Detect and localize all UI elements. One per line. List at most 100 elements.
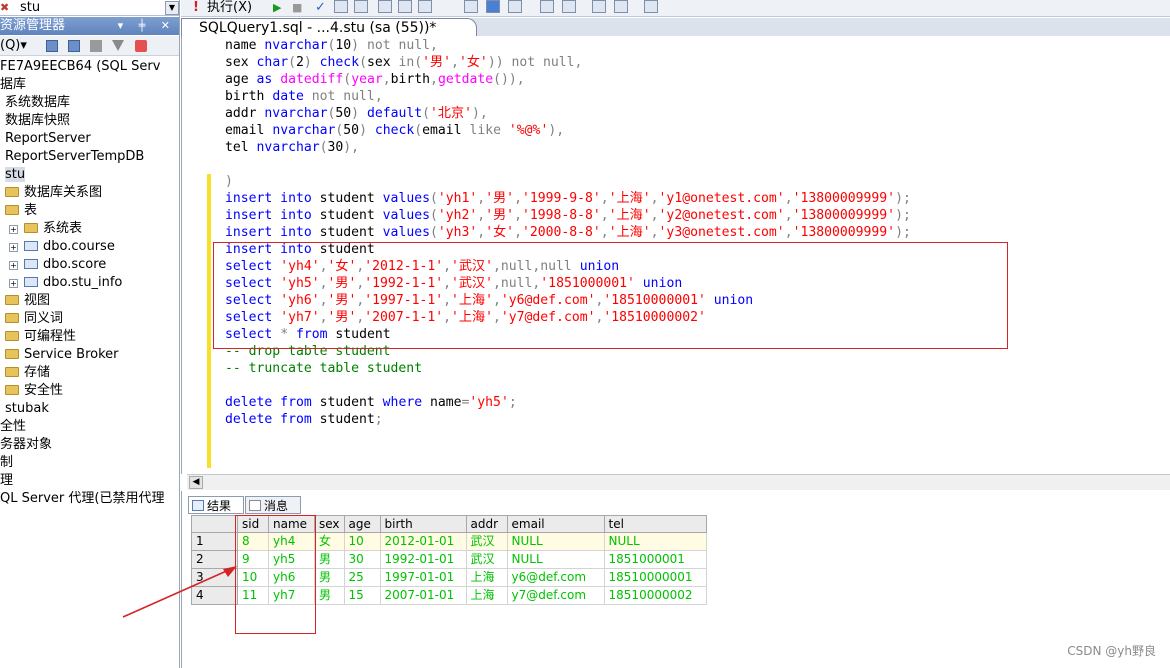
grid-cell[interactable]: 30 <box>343 550 381 569</box>
grid-cell[interactable]: 男 <box>314 586 345 605</box>
io-stats-icon[interactable] <box>508 0 522 16</box>
tree-item[interactable]: + dbo.course <box>9 238 115 256</box>
results-file-icon[interactable] <box>418 0 432 16</box>
grid-cell[interactable]: yh5 <box>268 550 315 569</box>
include-plan-icon[interactable] <box>464 0 478 16</box>
tree-item[interactable]: 安全性 <box>5 382 63 400</box>
tree-item[interactable]: 系统数据库 <box>5 94 70 112</box>
expand-icon[interactable]: + <box>9 225 18 234</box>
tab-sqlquery1[interactable]: SQLQuery1.sql - ...4.stu (sa (55))* <box>181 18 477 37</box>
tree-item[interactable]: 据库 <box>0 76 26 94</box>
results-grid[interactable]: sid name sex age birth addr email tel 1 8 yh4 女 10 2… <box>191 515 707 605</box>
grid-cell[interactable]: y7@def.com <box>506 586 605 605</box>
grid-cell[interactable]: 2007-01-01 <box>379 586 467 605</box>
tree-item[interactable]: Service Broker <box>5 346 119 364</box>
horizontal-scrollbar[interactable]: ◀ <box>187 474 1170 490</box>
tree-item[interactable]: + dbo.score <box>9 256 106 274</box>
grid-cell[interactable]: 武汉 <box>465 532 508 551</box>
table-row[interactable]: 3 10 yh6 男 25 1997-01-01 上海 y6@def.com 185100000… <box>191 568 707 587</box>
results-text-icon[interactable] <box>378 0 392 16</box>
display-plan-icon[interactable] <box>354 0 368 16</box>
grid-cell[interactable]: 18510000001 <box>603 568 707 587</box>
row-number[interactable]: 3 <box>191 568 238 587</box>
grid-cell[interactable]: 女 <box>314 532 345 551</box>
expand-icon[interactable]: + <box>9 279 18 288</box>
client-stats-icon[interactable] <box>486 0 500 16</box>
row-number[interactable]: 4 <box>191 586 238 605</box>
grid-cell[interactable]: 2012-01-01 <box>379 532 467 551</box>
column-header[interactable]: name <box>268 515 315 533</box>
column-header[interactable]: email <box>506 515 605 533</box>
grid-cell[interactable]: 18510000002 <box>603 586 707 605</box>
grid-cell[interactable]: NULL <box>506 550 605 569</box>
parse-icon[interactable]: ✓ <box>315 0 326 16</box>
expand-icon[interactable]: + <box>9 261 18 270</box>
filter-icon[interactable] <box>112 40 125 51</box>
grid-cell[interactable]: 武汉 <box>465 550 508 569</box>
tree-item[interactable]: ReportServer <box>5 130 91 148</box>
query-designer-icon[interactable] <box>334 0 348 16</box>
disconnect-icon[interactable] <box>68 40 81 52</box>
grid-cell[interactable]: 上海 <box>465 586 508 605</box>
tree-item[interactable]: stu <box>5 166 26 184</box>
tree-item[interactable]: 制 <box>0 454 13 472</box>
grid-cell[interactable]: 男 <box>314 550 345 569</box>
column-header[interactable]: sid <box>237 515 269 533</box>
grid-cell[interactable]: 11 <box>237 586 269 605</box>
grid-cell[interactable]: 1997-01-01 <box>379 568 467 587</box>
column-header[interactable]: sex <box>314 515 345 533</box>
table-row[interactable]: 4 11 yh7 男 15 2007-01-01 上海 y7@def.com 185100000… <box>191 586 707 605</box>
row-number[interactable]: 1 <box>191 532 238 551</box>
tab-results[interactable]: 结果 <box>188 496 244 514</box>
tree-item[interactable]: + 系统表 <box>9 220 82 238</box>
comment-icon[interactable] <box>540 0 554 16</box>
grid-cell[interactable]: 10 <box>237 568 269 587</box>
grid-cell[interactable]: 上海 <box>465 568 508 587</box>
tree-item[interactable]: 表 <box>5 202 37 220</box>
connect-button[interactable]: (Q)▾ <box>0 36 27 56</box>
table-row[interactable]: 1 8 yh4 女 10 2012-01-01 武汉 NULL NULL <box>191 532 707 551</box>
tab-messages[interactable]: 消息 <box>245 496 301 514</box>
row-number[interactable]: 2 <box>191 550 238 569</box>
table-row[interactable]: 2 9 yh5 男 30 1992-01-01 武汉 NULL 1851000001 <box>191 550 707 569</box>
specify-values-icon[interactable] <box>644 0 658 16</box>
grid-corner[interactable] <box>191 515 238 533</box>
tree-item[interactable]: 存储 <box>5 364 50 382</box>
cancel-query-icon[interactable]: ■ <box>292 0 302 16</box>
column-header[interactable]: tel <box>603 515 707 533</box>
tree-item[interactable]: 务器对象 <box>0 436 52 454</box>
tree-item[interactable]: 可编程性 <box>5 328 76 346</box>
grid-cell[interactable]: 10 <box>343 532 381 551</box>
grid-cell[interactable]: 男 <box>314 568 345 587</box>
tree-item[interactable]: FE7A9EECB64 (SQL Serv <box>0 58 160 76</box>
expand-icon[interactable]: + <box>9 243 18 252</box>
refresh-icon[interactable] <box>134 40 147 52</box>
column-header[interactable]: addr <box>465 515 508 533</box>
tree-item[interactable]: 同义词 <box>5 310 63 328</box>
grid-cell[interactable]: 15 <box>343 586 381 605</box>
scroll-left-icon[interactable]: ◀ <box>189 476 203 489</box>
tree-item[interactable]: QL Server 代理(已禁用代理 <box>0 490 164 508</box>
tree-item[interactable]: 视图 <box>5 292 50 310</box>
stop-icon[interactable] <box>90 40 103 52</box>
explorer-window-buttons[interactable]: ▾ ╪ ✕ <box>118 17 176 35</box>
grid-cell[interactable]: yh7 <box>268 586 315 605</box>
grid-cell[interactable]: yh4 <box>268 532 315 551</box>
grid-cell[interactable]: 8 <box>237 532 269 551</box>
grid-cell[interactable]: 25 <box>343 568 381 587</box>
tree-item[interactable]: 理 <box>0 472 13 490</box>
execute-button[interactable]: 执行(X) <box>207 0 252 16</box>
tree-item[interactable]: 数据库关系图 <box>5 184 102 202</box>
column-header[interactable]: birth <box>379 515 467 533</box>
tree-item[interactable]: ReportServerTempDB <box>5 148 144 166</box>
grid-cell[interactable]: 9 <box>237 550 269 569</box>
connect-icon[interactable] <box>46 40 58 52</box>
tree-item[interactable]: 数据库快照 <box>5 112 70 130</box>
uncomment-icon[interactable] <box>562 0 576 16</box>
tree-item[interactable]: 全性 <box>0 418 26 436</box>
column-header[interactable]: age <box>343 515 381 533</box>
grid-cell[interactable]: NULL <box>506 532 605 551</box>
grid-cell[interactable]: yh6 <box>268 568 315 587</box>
sql-editor[interactable]: name nvarchar(10) not null, sex char(2) … <box>181 36 1170 474</box>
chevron-down-icon[interactable]: ▼ <box>165 1 179 15</box>
